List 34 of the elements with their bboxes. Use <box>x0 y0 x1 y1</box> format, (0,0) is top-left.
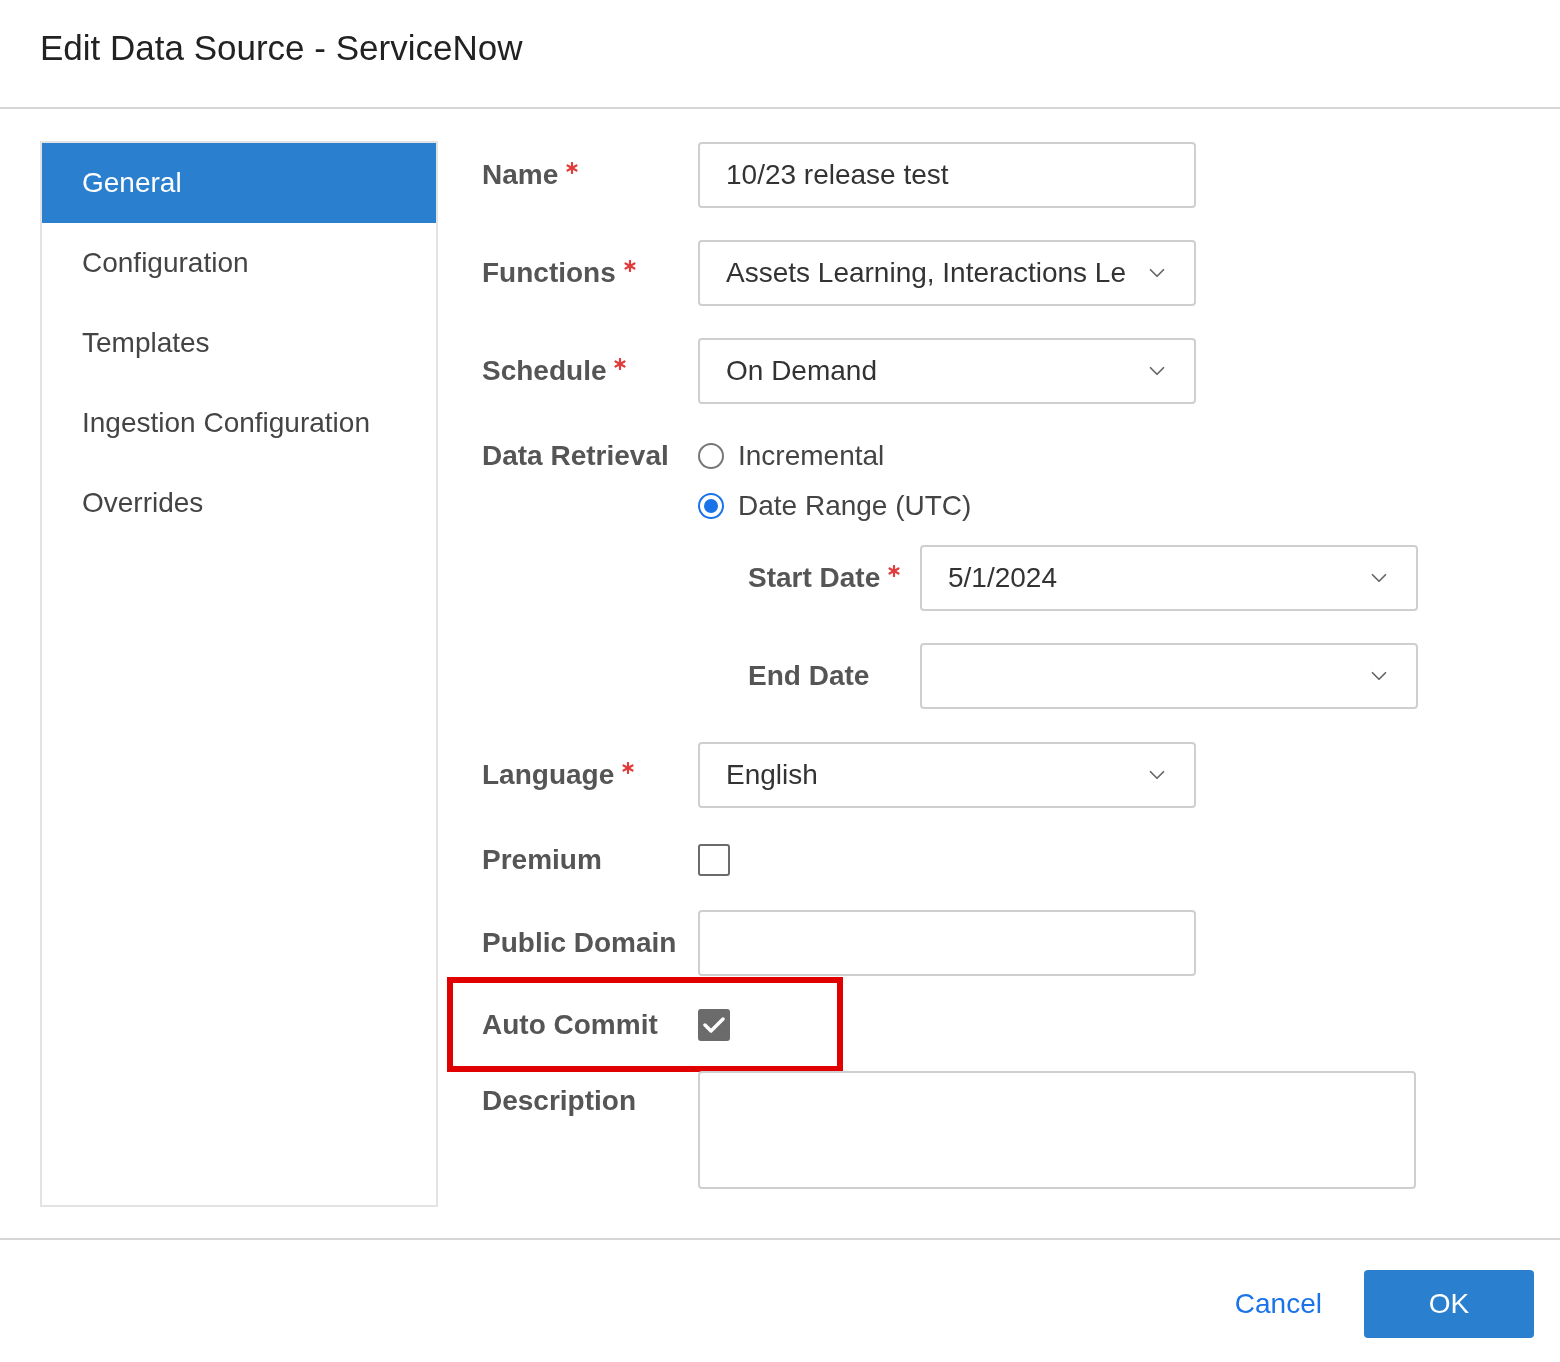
field-label: Premium <box>482 844 602 876</box>
radio-label: Date Range (UTC) <box>738 490 972 522</box>
dialog-title: Edit Data Source - ServiceNow <box>40 27 523 68</box>
radio-label: Incremental <box>738 440 885 472</box>
radio-button[interactable] <box>698 493 724 519</box>
sidebar-item[interactable]: Overrides <box>42 463 436 543</box>
radio-button[interactable] <box>698 443 724 469</box>
text-field[interactable]: 10/23 release test <box>698 142 1196 208</box>
field-label: Schedule <box>482 355 607 387</box>
field-label: Start Date <box>748 562 881 594</box>
ok-button[interactable]: OK <box>1364 1270 1534 1338</box>
sidebar-item[interactable]: General <box>42 143 436 223</box>
dropdown-field[interactable] <box>920 643 1418 709</box>
sidebar-item[interactable]: Ingestion Configuration <box>42 383 436 463</box>
dropdown-field[interactable]: On Demand <box>698 338 1196 404</box>
field-label: Name <box>482 159 559 191</box>
field-label: End Date <box>748 660 870 692</box>
dropdown-field[interactable]: English <box>698 742 1196 808</box>
field-label: Language <box>482 759 615 791</box>
checkbox[interactable] <box>698 1008 730 1041</box>
sidebar-item[interactable]: Configuration <box>42 223 436 303</box>
check-icon <box>703 1015 725 1034</box>
textarea-field[interactable] <box>698 1071 1416 1189</box>
cancel-button[interactable]: Cancel <box>1234 1288 1322 1320</box>
field-label: Auto Commit <box>482 1008 658 1041</box>
field-label: Data Retrieval <box>482 440 669 472</box>
dropdown-field[interactable]: Assets Learning, Interactions Le <box>698 240 1196 306</box>
sidebar-item[interactable]: Templates <box>42 303 436 383</box>
field-label: Description <box>482 1085 637 1117</box>
dropdown-field[interactable]: 5/1/2024 <box>920 545 1418 611</box>
text-field[interactable] <box>698 910 1196 976</box>
field-label: Public Domain <box>482 927 677 959</box>
field-label: Functions <box>482 257 616 289</box>
checkbox[interactable] <box>698 844 730 876</box>
